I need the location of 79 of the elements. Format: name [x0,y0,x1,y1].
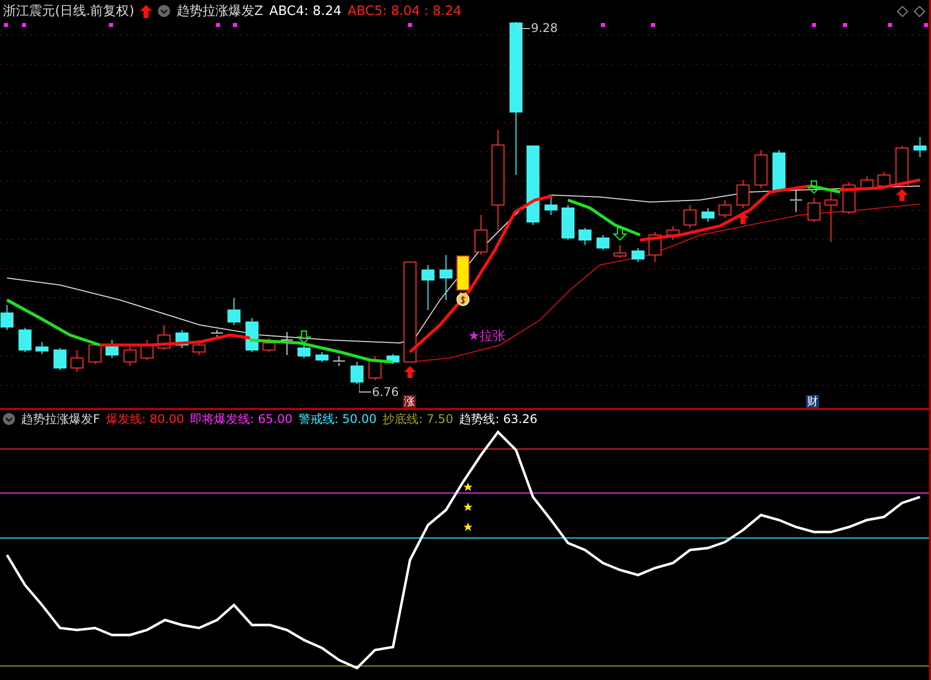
candlestick [562,204,574,240]
candlestick [860,176,874,190]
stock-title: 浙江震元(日线.前复权) [3,3,134,20]
indicator-reading: ABC4: 8.24 [269,4,342,18]
candlestick [878,172,890,188]
star-icon [464,502,472,511]
candlestick [192,340,206,356]
legend-item: 警戒线: 50.00 [298,410,377,428]
collapse-icon[interactable] [158,5,170,17]
signal-label: ★拉张 [468,328,506,345]
down-arrow-icon [612,227,628,241]
candlestick [440,254,452,300]
candlestick [332,356,346,366]
leader-line [359,382,371,394]
indicator-name: 趋势拉涨爆发F [21,410,100,428]
candlestick [824,190,838,242]
up-arrow-icon [140,4,152,18]
money-bag-icon [455,290,471,306]
candlestick [36,342,48,354]
candlestick [456,256,470,290]
candlestick [262,338,276,352]
indicator-name: 趋势拉涨爆发Z [176,3,264,20]
diamond-icon[interactable] [897,6,908,16]
up-arrow-icon [404,366,416,378]
candlestick [614,244,626,258]
candlestick [298,344,310,358]
candlestick [790,190,802,212]
candlestick [896,146,908,188]
candlestick [648,232,662,262]
candlestick [544,194,558,216]
high-price-label: 9.28 [531,21,558,35]
legend-item: 爆发线: 80.00 [106,410,184,428]
candlestick [754,150,768,188]
candlestick [70,350,84,372]
candlestick [596,234,610,250]
candlestick [88,342,102,364]
candlestick [666,226,680,240]
candlestick [736,180,750,208]
candlestick [18,328,32,352]
down-arrow-icon [806,180,822,194]
leader-line [518,27,530,30]
down-arrow-icon [296,330,312,344]
candlestick [0,304,14,330]
legend-item: 趋势线: 63.26 [459,410,538,428]
candlestick [422,264,434,310]
candlestick [228,298,240,326]
candlestick [842,182,856,214]
up-arrow-icon [737,212,749,224]
candlestick [702,208,714,222]
low-price-label: 6.76 [372,385,399,399]
candlestick [176,330,188,348]
candlestick [772,150,786,192]
up-arrow-icon [896,189,908,201]
indicator-reading: ABC5: 8.04 : 8.24 [348,4,462,18]
collapse-icon[interactable] [3,413,15,425]
candlestick [54,348,66,370]
diamond-icon[interactable] [914,6,925,16]
star-icon [464,482,472,491]
candlestick [684,204,696,228]
candlestick [316,352,328,362]
candlestick [158,324,170,350]
candlestick [106,340,118,358]
candlestick [140,340,154,360]
candlestick [386,354,400,364]
legend-item: 抄底线: 7.50 [382,410,454,428]
candlestick [350,362,364,384]
signal-badge: 涨 [403,395,416,408]
star-icon [464,522,472,531]
candlestick [124,346,136,366]
candlestick [578,228,592,246]
legend-item: 即将爆发线: 65.00 [190,410,292,428]
candlestick [914,136,926,158]
candlestick [632,248,644,262]
signal-badge: 财 [806,395,819,408]
candlestick [246,318,258,352]
candlestick [808,198,820,222]
candlestick [718,200,732,218]
candlestick [474,214,488,256]
candlestick [280,332,294,356]
